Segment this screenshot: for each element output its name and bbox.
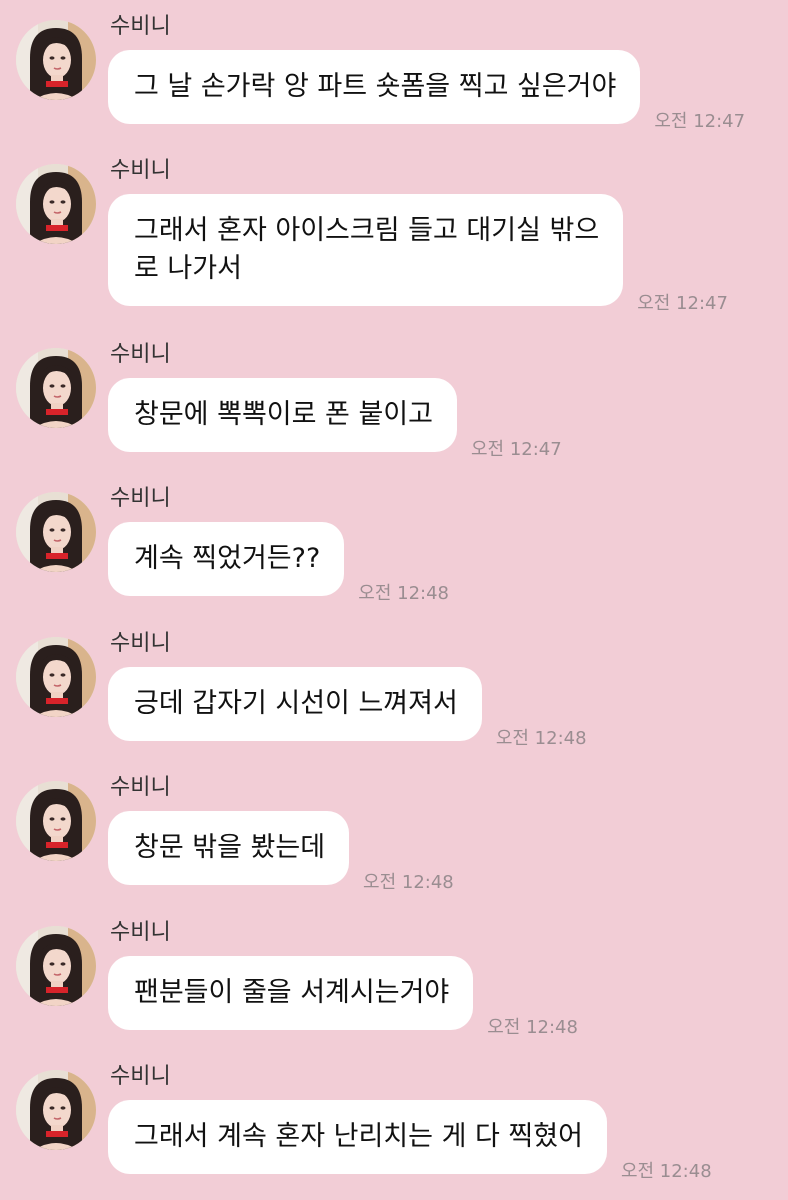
profile-photo-icon xyxy=(16,781,96,861)
chat-message-list[interactable]: 수비니 그 날 손가락 앙 파트 숏폼을 찍고 싶은거야 오전 12:47 수비… xyxy=(0,0,788,1200)
profile-photo-icon xyxy=(16,20,96,100)
avatar[interactable] xyxy=(16,492,96,572)
profile-photo-icon xyxy=(16,1070,96,1150)
message-bubble[interactable]: 창문에 뽁뽁이로 폰 붙이고 xyxy=(108,378,457,452)
profile-photo-icon xyxy=(16,637,96,717)
message-bubble[interactable]: 창문 밖을 봤는데 xyxy=(108,811,350,885)
avatar[interactable] xyxy=(16,348,96,428)
message-bubble[interactable]: 팬분들이 줄을 서계시는거야 xyxy=(108,956,474,1030)
message-timestamp: 오전 12:47 xyxy=(654,111,746,132)
message-timestamp: 오전 12:48 xyxy=(495,728,587,749)
message-timestamp: 오전 12:48 xyxy=(363,872,454,893)
sender-name: 수비니 xyxy=(110,920,171,945)
avatar[interactable] xyxy=(16,926,96,1006)
message-timestamp: 오전 12:47 xyxy=(471,439,562,460)
profile-photo-icon xyxy=(16,926,96,1006)
avatar[interactable] xyxy=(16,781,96,861)
sender-name: 수비니 xyxy=(110,775,171,800)
sender-name: 수비니 xyxy=(110,1064,171,1089)
message-bubble[interactable]: 그래서 계속 혼자 난리치는 게 다 찍혔어 xyxy=(108,1100,607,1174)
sender-name: 수비니 xyxy=(110,486,171,511)
sender-name: 수비니 xyxy=(110,631,171,656)
message-bubble[interactable]: 긍데 갑자기 시선이 느껴져서 xyxy=(108,667,482,741)
profile-photo-icon xyxy=(16,348,96,428)
avatar[interactable] xyxy=(16,20,96,100)
profile-photo-icon xyxy=(16,492,96,572)
sender-name: 수비니 xyxy=(110,14,171,39)
profile-photo-icon xyxy=(16,164,96,244)
message-bubble[interactable]: 그 날 손가락 앙 파트 숏폼을 찍고 싶은거야 xyxy=(108,50,641,124)
message-timestamp: 오전 12:47 xyxy=(637,293,728,314)
avatar[interactable] xyxy=(16,637,96,717)
message-timestamp: 오전 12:48 xyxy=(620,1161,712,1182)
message-bubble[interactable]: 계속 찍었거든?? xyxy=(108,522,345,596)
sender-name: 수비니 xyxy=(110,342,171,367)
avatar[interactable] xyxy=(16,164,96,244)
sender-name: 수비니 xyxy=(110,158,171,183)
message-timestamp: 오전 12:48 xyxy=(487,1017,578,1038)
message-timestamp: 오전 12:48 xyxy=(358,583,450,604)
avatar[interactable] xyxy=(16,1070,96,1150)
message-bubble[interactable]: 그래서 혼자 아이스크림 들고 대기실 밖으 로 나가서 xyxy=(108,194,624,306)
